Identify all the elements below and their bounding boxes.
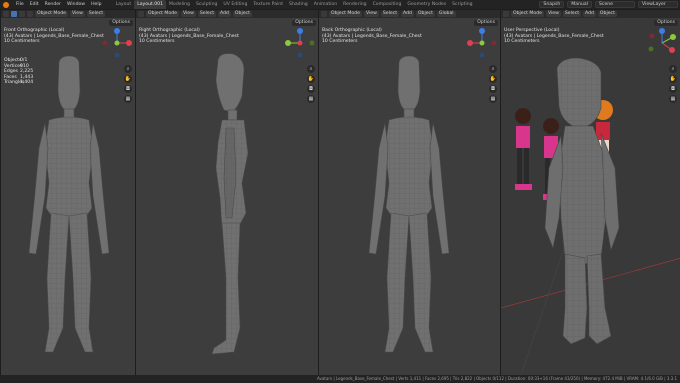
snapshot-button[interactable]: Snapsh <box>539 1 565 8</box>
viewport-header: Object Mode View Select Add Object <box>136 10 318 18</box>
editor-type-icon[interactable] <box>3 11 9 17</box>
menu-help[interactable]: Help <box>88 2 104 7</box>
tab-scripting[interactable]: Scripting <box>449 0 475 9</box>
editor-type-icon[interactable] <box>138 11 144 17</box>
viewport-header: Object Mode View Select <box>1 10 135 18</box>
view-menu[interactable]: View <box>363 11 379 17</box>
view-menu[interactable]: View <box>545 11 561 17</box>
menu-render[interactable]: Render <box>42 2 64 7</box>
female-base-mesh-side[interactable] <box>136 18 318 375</box>
viewport-header: Object Mode View Select Add Object Globa… <box>319 10 500 18</box>
object-menu[interactable]: Object <box>415 11 435 17</box>
select-box-icon[interactable] <box>19 11 25 17</box>
menu-file[interactable]: File <box>13 2 27 7</box>
tab-sculpting[interactable]: Sculpting <box>193 0 220 9</box>
menu-edit[interactable]: Edit <box>27 2 42 7</box>
tab-layout-001[interactable]: Layout.001 <box>134 0 167 9</box>
viewport-back[interactable]: Object Mode View Select Add Object Globa… <box>318 10 500 375</box>
editor-type-icon[interactable] <box>503 11 509 17</box>
tab-uv-editing[interactable]: UV Editing <box>220 0 250 9</box>
top-menu-bar: File Edit Render Window Help Layout Layo… <box>0 0 680 9</box>
orientation-dropdown[interactable]: Global <box>436 11 456 17</box>
blender-logo-icon[interactable] <box>3 1 9 8</box>
select-menu[interactable]: Select <box>86 11 106 17</box>
tab-rendering[interactable]: Rendering <box>340 0 369 9</box>
mode-dropdown[interactable]: Object Mode <box>146 11 179 17</box>
mode-dropdown[interactable]: Object Mode <box>35 11 68 17</box>
viewport-front[interactable]: Object Mode View Select Options Front Or… <box>0 10 135 375</box>
mode-dropdown[interactable]: Object Mode <box>511 11 544 17</box>
select-menu[interactable]: Select <box>380 11 400 17</box>
perspective-scene[interactable] <box>501 18 680 375</box>
view-menu[interactable]: View <box>69 11 85 17</box>
female-base-mesh-front[interactable] <box>1 18 135 375</box>
menu-window[interactable]: Window <box>64 2 88 7</box>
tab-shading[interactable]: Shading <box>286 0 311 9</box>
mode-dropdown[interactable]: Object Mode <box>329 11 362 17</box>
tab-modeling[interactable]: Modeling <box>166 0 193 9</box>
tab-animation[interactable]: Animation <box>311 0 340 9</box>
add-menu[interactable]: Add <box>583 11 596 17</box>
tab-texture-paint[interactable]: Texture Paint <box>250 0 286 9</box>
viewport-perspective[interactable]: Object Mode View Select Add Object Optio… <box>500 10 680 375</box>
female-base-mesh-back[interactable] <box>319 18 500 375</box>
tab-compositing[interactable]: Compositing <box>370 0 405 9</box>
add-menu[interactable]: Add <box>401 11 414 17</box>
select-mode-icon[interactable] <box>11 11 17 17</box>
manual-button[interactable]: Manual <box>567 1 592 8</box>
top-right-controls: Snapsh Manual Scene ViewLayer <box>539 1 678 8</box>
status-bar: Avatars | Legends_Base_Female_Chest | Ve… <box>0 375 680 383</box>
tab-layout[interactable]: Layout <box>113 0 135 9</box>
tab-geometry-nodes[interactable]: Geometry Nodes <box>404 0 449 9</box>
object-menu[interactable]: Object <box>597 11 617 17</box>
view-menu[interactable]: View <box>180 11 196 17</box>
object-menu[interactable]: Object <box>232 11 252 17</box>
viewport-header: Object Mode View Select Add Object <box>501 10 680 18</box>
select-menu[interactable]: Select <box>562 11 582 17</box>
select-menu[interactable]: Select <box>197 11 217 17</box>
select-circle-icon[interactable] <box>27 11 33 17</box>
scene-selector[interactable]: Scene <box>595 1 635 8</box>
view-layer-selector[interactable]: ViewLayer <box>638 1 678 8</box>
viewport-right[interactable]: Object Mode View Select Add Object Optio… <box>135 10 318 375</box>
editor-type-icon[interactable] <box>321 11 327 17</box>
add-menu[interactable]: Add <box>218 11 231 17</box>
